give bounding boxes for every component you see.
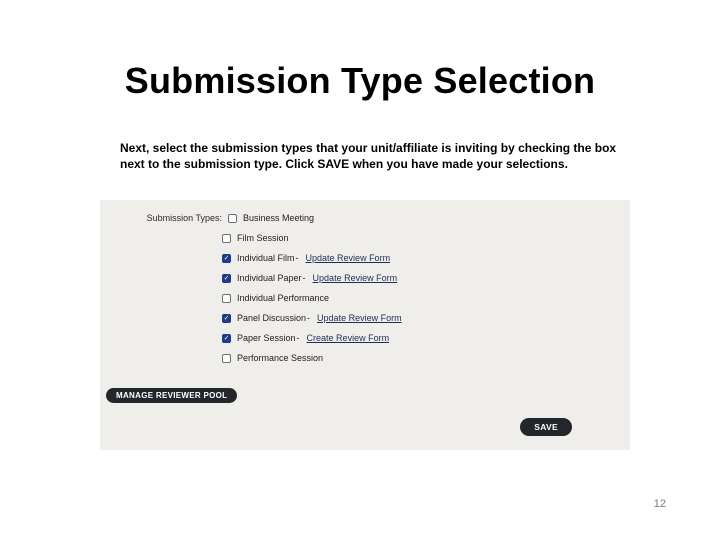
checkbox-individual-performance[interactable] xyxy=(222,294,231,303)
link-panel-discussion-review[interactable]: Update Review Form xyxy=(317,313,402,323)
label-individual-performance: Individual Performance xyxy=(237,293,329,303)
checkbox-business-meeting[interactable] xyxy=(228,214,237,223)
checkbox-film-session[interactable] xyxy=(222,234,231,243)
submission-type-row: Submission Types: Business Meeting xyxy=(134,208,630,228)
label-film-session: Film Session xyxy=(237,233,289,243)
separator: - xyxy=(297,333,300,343)
manage-reviewer-pool-button[interactable]: MANAGE REVIEWER POOL xyxy=(106,388,237,403)
checkbox-performance-session[interactable] xyxy=(222,354,231,363)
label-performance-session: Performance Session xyxy=(237,353,323,363)
submission-types-panel: Submission Types: Business Meeting Film … xyxy=(100,200,630,450)
submission-type-row: Individual Performance xyxy=(222,288,630,308)
separator: - xyxy=(296,253,299,263)
link-individual-paper-review[interactable]: Update Review Form xyxy=(313,273,398,283)
link-paper-session-review[interactable]: Create Review Form xyxy=(307,333,390,343)
label-individual-paper: Individual Paper xyxy=(237,273,302,283)
label-individual-film: Individual Film xyxy=(237,253,295,263)
slide: Submission Type Selection Next, select t… xyxy=(0,0,720,540)
submission-type-row: ✓ Panel Discussion - Update Review Form xyxy=(222,308,630,328)
checkbox-individual-paper[interactable]: ✓ xyxy=(222,274,231,283)
submission-type-row: Film Session xyxy=(222,228,630,248)
label-panel-discussion: Panel Discussion xyxy=(237,313,306,323)
save-button[interactable]: SAVE xyxy=(520,418,572,436)
checkbox-individual-film[interactable]: ✓ xyxy=(222,254,231,263)
instructions-text: Next, select the submission types that y… xyxy=(120,140,620,172)
submission-type-row: ✓ Individual Film - Update Review Form xyxy=(222,248,630,268)
submission-type-row: ✓ Individual Paper - Update Review Form xyxy=(222,268,630,288)
submission-type-row: Performance Session xyxy=(222,348,630,368)
label-business-meeting: Business Meeting xyxy=(243,213,314,223)
separator: - xyxy=(303,273,306,283)
checkbox-paper-session[interactable]: ✓ xyxy=(222,334,231,343)
page-number: 12 xyxy=(654,498,666,510)
link-individual-film-review[interactable]: Update Review Form xyxy=(306,253,391,263)
submission-type-row: ✓ Paper Session - Create Review Form xyxy=(222,328,630,348)
label-paper-session: Paper Session xyxy=(237,333,296,343)
page-title: Submission Type Selection xyxy=(0,60,720,102)
submission-types-heading: Submission Types: xyxy=(134,213,228,223)
separator: - xyxy=(307,313,310,323)
checkbox-panel-discussion[interactable]: ✓ xyxy=(222,314,231,323)
